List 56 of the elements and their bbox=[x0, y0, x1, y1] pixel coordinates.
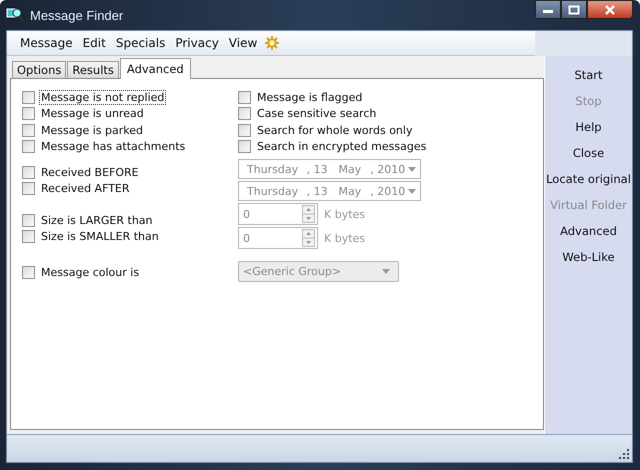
dropdown-arrow-icon bbox=[408, 188, 416, 194]
checkbox-label[interactable]: Message is unread bbox=[39, 106, 146, 122]
sidebar-button[interactable]: Advanced bbox=[545, 218, 632, 244]
checkbox-label[interactable]: Message is flagged bbox=[255, 90, 364, 105]
checkbox[interactable] bbox=[22, 230, 35, 244]
tab[interactable]: Results bbox=[67, 61, 119, 78]
tab[interactable]: Options bbox=[12, 61, 66, 78]
menu-item[interactable]: Edit bbox=[78, 36, 111, 50]
checkbox[interactable] bbox=[238, 107, 251, 120]
menu-item[interactable]: Privacy bbox=[170, 36, 224, 50]
dropdown-arrow-icon bbox=[408, 166, 416, 172]
tab[interactable]: Advanced bbox=[120, 58, 191, 79]
checkbox-label[interactable]: Message has attachments bbox=[39, 139, 188, 154]
checkbox-label[interactable]: Message is parked bbox=[39, 122, 145, 138]
sidebar-button[interactable]: Close bbox=[545, 140, 632, 166]
gear-icon[interactable] bbox=[264, 35, 280, 51]
checkbox-label[interactable]: Size is LARGER than bbox=[39, 212, 155, 228]
maximize-icon bbox=[568, 4, 580, 14]
resize-grip-icon bbox=[619, 449, 629, 459]
window-title: Message Finder bbox=[30, 8, 124, 22]
menu-item[interactable]: View bbox=[224, 36, 262, 50]
spin-arrows-icon bbox=[302, 205, 315, 223]
sidebar-button[interactable]: Help bbox=[545, 114, 632, 140]
checkbox[interactable] bbox=[238, 124, 251, 137]
checkbox-label[interactable]: Received BEFORE bbox=[39, 164, 141, 180]
unit-label: K bytes bbox=[324, 232, 366, 244]
sidebar-button[interactable]: Locate original bbox=[545, 166, 632, 192]
checkbox-label[interactable]: Case sensitive search bbox=[255, 106, 378, 122]
checkbox-label[interactable]: Received AFTER bbox=[39, 181, 132, 196]
checkbox-label[interactable]: Size is SMALLER than bbox=[39, 229, 161, 244]
menu-item[interactable]: Specials bbox=[110, 36, 170, 50]
sidebar-button[interactable]: Web-Like bbox=[545, 244, 632, 270]
checkbox[interactable] bbox=[22, 124, 35, 137]
checkbox[interactable] bbox=[22, 214, 35, 227]
magnifier-icon bbox=[6, 7, 24, 23]
minimize-button[interactable] bbox=[535, 0, 561, 19]
menu-item[interactable]: Message bbox=[15, 36, 78, 50]
checkbox[interactable] bbox=[22, 90, 35, 104]
close-button[interactable] bbox=[587, 0, 633, 19]
dropdown-arrow-icon bbox=[382, 269, 390, 274]
unit-label: K bytes bbox=[324, 208, 366, 220]
checkbox[interactable] bbox=[238, 90, 251, 104]
sidebar-button[interactable]: Start bbox=[545, 62, 632, 88]
checkbox[interactable] bbox=[22, 182, 35, 196]
checkbox-label[interactable]: Search for whole words only bbox=[255, 122, 414, 138]
checkbox[interactable] bbox=[22, 140, 35, 154]
checkbox[interactable] bbox=[22, 266, 35, 279]
checkbox-label[interactable]: Message is not replied bbox=[39, 90, 166, 105]
close-icon bbox=[604, 4, 616, 14]
spin-arrows-icon bbox=[302, 229, 315, 247]
checkbox-label[interactable]: Search in encrypted messages bbox=[255, 139, 428, 154]
checkbox[interactable] bbox=[22, 107, 35, 120]
checkbox-label[interactable]: Message colour is bbox=[39, 264, 142, 280]
checkbox[interactable] bbox=[22, 166, 35, 179]
checkbox[interactable] bbox=[238, 140, 251, 154]
maximize-button[interactable] bbox=[561, 0, 587, 19]
